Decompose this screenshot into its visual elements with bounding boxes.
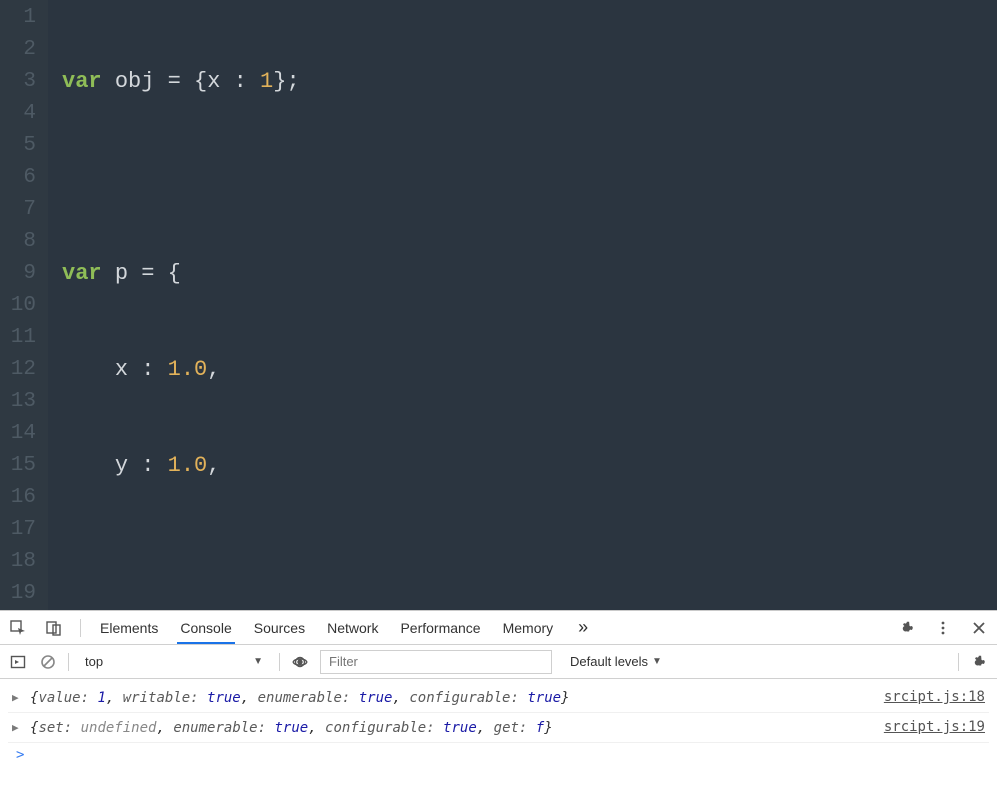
levels-label: Default levels — [570, 654, 648, 669]
tab-console[interactable]: Console — [177, 612, 234, 644]
tab-network[interactable]: Network — [324, 612, 381, 644]
log-object: {set: undefined, enumerable: true, confi… — [30, 716, 553, 740]
dropdown-caret-icon: ▼ — [253, 656, 263, 667]
execution-context-select[interactable]: top ▼ — [79, 654, 269, 669]
close-icon[interactable] — [969, 618, 989, 638]
toggle-sidebar-icon[interactable] — [8, 652, 28, 672]
devtools-panel: Elements Console Sources Network Perform… — [0, 610, 997, 793]
expand-caret-icon[interactable]: ▶ — [12, 716, 24, 740]
devtools-tabbar: Elements Console Sources Network Perform… — [0, 611, 997, 645]
tabs-overflow-button[interactable]: » — [572, 617, 594, 638]
console-prompt[interactable]: > — [8, 743, 989, 767]
tab-sources[interactable]: Sources — [251, 612, 308, 644]
console-toolbar: top ▼ Default levels ▼ — [0, 645, 997, 679]
live-expression-icon[interactable] — [290, 652, 310, 672]
filter-input[interactable] — [320, 650, 552, 674]
log-entry[interactable]: ▶ {value: 1, writable: true, enumerable:… — [8, 683, 989, 713]
source-link[interactable]: srcipt.js:18 — [884, 685, 985, 709]
inspect-element-icon[interactable] — [8, 618, 28, 638]
separator — [68, 653, 69, 671]
tab-elements[interactable]: Elements — [97, 612, 161, 644]
context-label: top — [85, 654, 103, 669]
separator — [958, 653, 959, 671]
tab-memory[interactable]: Memory — [500, 612, 557, 644]
line-number-gutter: 1 2 3 4 5 6 7 8 9 10 11 12 13 14 15 16 1… — [0, 0, 48, 610]
code-editor[interactable]: 1 2 3 4 5 6 7 8 9 10 11 12 13 14 15 16 1… — [0, 0, 997, 610]
tab-performance[interactable]: Performance — [397, 612, 483, 644]
source-link[interactable]: srcipt.js:19 — [884, 715, 985, 739]
log-levels-select[interactable]: Default levels ▼ — [562, 654, 670, 669]
dropdown-caret-icon: ▼ — [652, 656, 662, 667]
log-object: {value: 1, writable: true, enumerable: t… — [30, 686, 570, 710]
console-settings-icon[interactable] — [969, 652, 989, 672]
toggle-device-icon[interactable] — [44, 618, 64, 638]
kebab-menu-icon[interactable] — [933, 618, 953, 638]
expand-caret-icon[interactable]: ▶ — [12, 686, 24, 710]
separator — [80, 619, 81, 637]
console-output: ▶ {value: 1, writable: true, enumerable:… — [0, 679, 997, 771]
log-entry[interactable]: ▶ {set: undefined, enumerable: true, con… — [8, 713, 989, 743]
clear-console-icon[interactable] — [38, 652, 58, 672]
code-text-area[interactable]: var obj = {x : 1}; var p = { x : 1.0, y … — [48, 0, 981, 610]
settings-icon[interactable] — [897, 618, 917, 638]
separator — [279, 653, 280, 671]
